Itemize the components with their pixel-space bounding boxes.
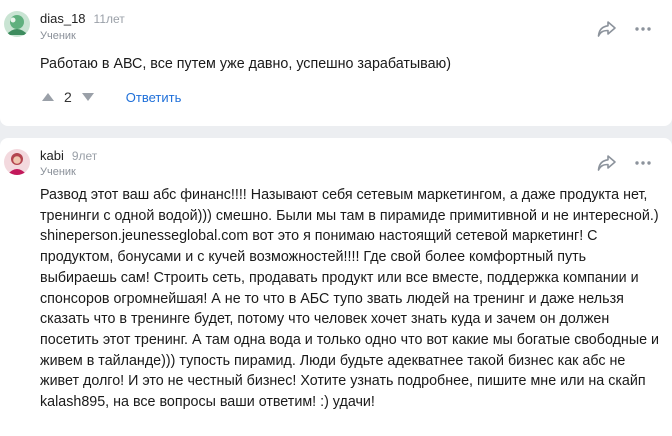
triangle-down-icon[interactable] <box>80 89 96 105</box>
comment-text: Развод этот ваш абс финанс!!!! Называют … <box>40 187 660 411</box>
comment-card: kabi 9лет Ученик Развод этот ваш абс фина… <box>0 138 672 436</box>
share-arrow-icon[interactable] <box>596 18 618 40</box>
comment-time: 11лет <box>93 12 125 26</box>
vote-row: 2 Ответить <box>40 89 181 105</box>
user-role: Ученик <box>40 166 76 178</box>
comment-author: dias_18 11лет <box>40 11 125 26</box>
vote-count: 2 <box>64 89 72 105</box>
comment-text: Работаю в АВС, все путем уже давно, успе… <box>40 56 452 72</box>
more-dots-icon[interactable] <box>632 18 654 40</box>
reply-button[interactable]: Ответить <box>126 90 182 105</box>
comment-author: kabi 9лет <box>40 148 97 163</box>
username[interactable]: dias_18 <box>40 11 86 26</box>
share-arrow-icon[interactable] <box>596 152 618 174</box>
user-role: Ученик <box>40 30 76 42</box>
avatar[interactable] <box>4 149 30 175</box>
avatar[interactable] <box>4 11 30 37</box>
more-dots-icon[interactable] <box>632 152 654 174</box>
triangle-up-icon[interactable] <box>40 89 56 105</box>
comment-time: 9лет <box>71 149 98 163</box>
username[interactable]: kabi <box>40 148 64 163</box>
comment-card: dias_18 11лет Ученик Работаю в АВС, все п… <box>0 0 672 126</box>
comment-actions <box>596 152 654 174</box>
comment-actions <box>596 18 654 40</box>
